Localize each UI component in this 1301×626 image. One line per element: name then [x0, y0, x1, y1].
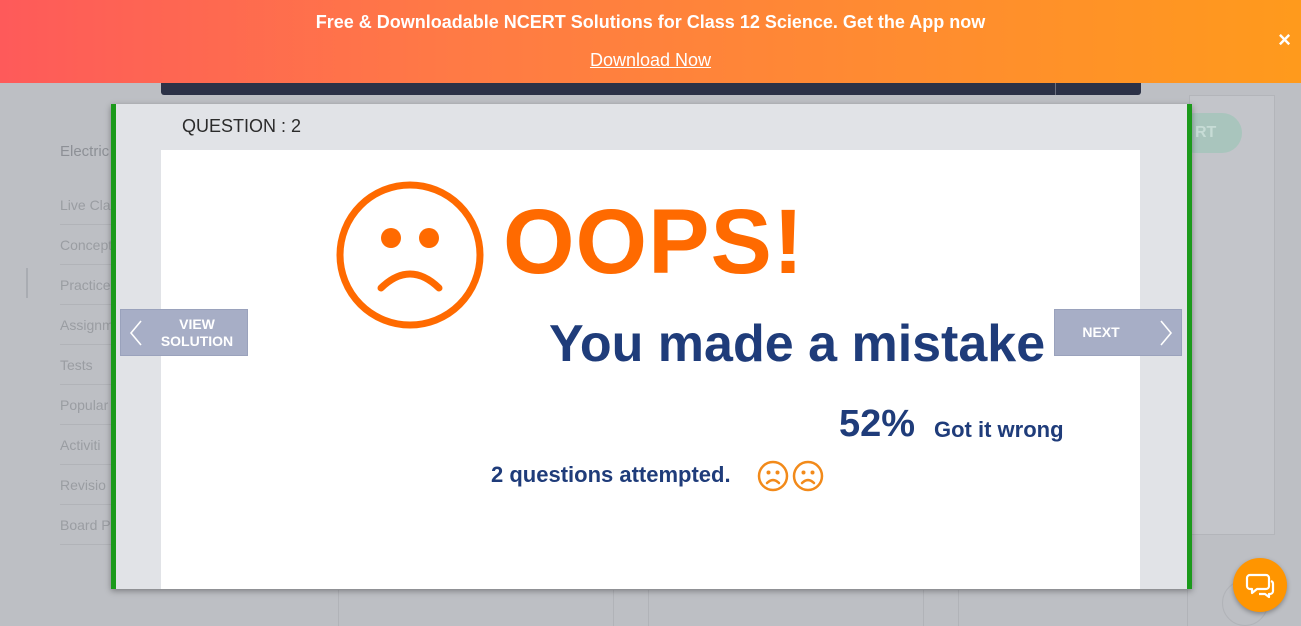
background-topbar [161, 82, 1141, 95]
topbar-divider [1055, 82, 1056, 95]
view-solution-label: VIEW SOLUTION [160, 316, 234, 349]
question-header: QUESTION : 2 [161, 104, 1140, 150]
result-modal: QUESTION : 2 OOPS! You made a mistake 52… [111, 104, 1192, 589]
background-bottom-card [338, 590, 614, 626]
modal-content: QUESTION : 2 OOPS! You made a mistake 52… [161, 104, 1140, 589]
banner-text: Free & Downloadable NCERT Solutions for … [315, 12, 986, 32]
next-label: NEXT [1082, 324, 1120, 340]
close-icon[interactable]: × [1278, 29, 1291, 51]
view-solution-button[interactable]: VIEW SOLUTION [120, 309, 248, 356]
sidebar-title: Electric [60, 143, 110, 160]
oops-heading: OOPS! [503, 191, 805, 293]
wrong-percentage: 52% [839, 403, 916, 445]
sad-face-icon [336, 181, 484, 329]
promo-banner: Free & Downloadable NCERT Solutions for … [0, 0, 1301, 83]
chevron-right-icon [1160, 320, 1173, 346]
wrong-percentage-label: Got it wrong [934, 417, 1064, 442]
background-right-card [1189, 95, 1275, 535]
attempted-count: 2 questions attempted. [491, 462, 731, 487]
download-now-link[interactable]: Download Now [590, 50, 711, 70]
sad-face-icon [757, 460, 789, 492]
background-bottom-card [648, 590, 924, 626]
chat-button[interactable] [1233, 558, 1287, 612]
question-label: QUESTION : 2 [182, 116, 302, 136]
banner-link-row: Download Now [0, 50, 1301, 71]
background-bottom-card [958, 590, 1188, 626]
sad-face-icon [792, 460, 824, 492]
next-button[interactable]: NEXT [1054, 309, 1182, 356]
sidebar-active-indicator [26, 268, 28, 298]
chevron-left-icon [129, 320, 142, 346]
chat-icon [1245, 573, 1275, 599]
mistake-message: You made a mistake [549, 315, 1046, 373]
